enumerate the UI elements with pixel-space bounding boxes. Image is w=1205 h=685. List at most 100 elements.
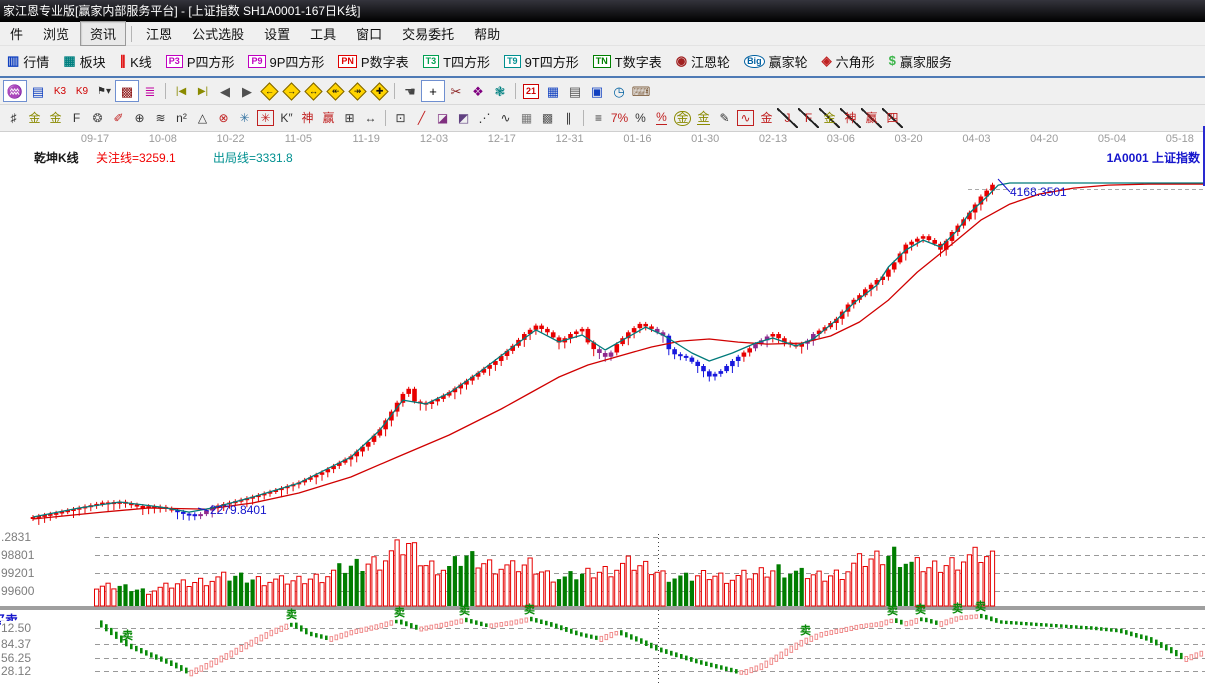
grid-large-icon[interactable]: ▩ [537, 108, 558, 128]
hand-icon[interactable]: ☚ [399, 81, 421, 101]
pattern-icon[interactable]: ▩ [115, 80, 139, 102]
shen-diag-icon[interactable]: 神 [840, 108, 861, 128]
gann-circle-icon[interactable]: ⊕ [129, 108, 150, 128]
percent-icon[interactable]: % [630, 108, 651, 128]
span-arrows-icon[interactable]: ↔ [360, 108, 381, 128]
diamond-compress-icon[interactable]: ↞ [324, 81, 346, 101]
pen-rocket-icon[interactable]: ✐ [108, 108, 129, 128]
gold-pillar-a-icon[interactable]: 金 [24, 108, 45, 128]
gold-diag-icon[interactable]: 金 [819, 108, 840, 128]
fan-box-icon[interactable]: ◪ [432, 108, 453, 128]
diamond-left-icon[interactable]: ← [258, 81, 280, 101]
crosshair-icon[interactable]: + [421, 80, 445, 102]
date-label-12-03: 12-03 [419, 133, 449, 145]
percent-seven-icon[interactable]: 7% [609, 108, 630, 128]
shen-pillar-icon[interactable]: 神 [297, 108, 318, 128]
menu-item-资讯[interactable]: 资讯 [80, 21, 127, 46]
calculator-icon[interactable]: ▦ [542, 81, 564, 101]
menu-item-窗口[interactable]: 窗口 [347, 22, 391, 45]
parallel-lines-icon[interactable]: ∥ [558, 108, 579, 128]
nav-prev-icon[interactable]: ◀ [214, 81, 236, 101]
quick-quotes-button[interactable]: ▥ 行情 [0, 52, 56, 71]
gold-circle-icon[interactable]: 金 [672, 108, 693, 128]
grid-small-icon[interactable]: ▦ [516, 108, 537, 128]
quick-kline-button[interactable]: ∥ K线 [113, 52, 159, 71]
hash-tool-icon[interactable]: ♯ [3, 108, 24, 128]
diamond-zoom-icon[interactable]: ↠ [346, 81, 368, 101]
workstation-icon[interactable]: ⌨ [630, 81, 652, 101]
info-doc-icon[interactable]: ▤ [27, 81, 49, 101]
gold-line-icon[interactable]: 金 [693, 108, 714, 128]
notes-icon[interactable]: ▤ [564, 81, 586, 101]
gold-pillar-b-icon[interactable]: 金 [45, 108, 66, 128]
quick-t-square-button[interactable]: T3 T四方形 [416, 52, 497, 71]
menu-item-交易委托[interactable]: 交易委托 [393, 22, 463, 45]
percent-line-icon[interactable]: % [651, 108, 672, 128]
ray-lines-icon[interactable]: ⋰ [474, 108, 495, 128]
clover-tool-icon[interactable]: ❖ [467, 81, 489, 101]
diag-box-icon[interactable]: ◩ [453, 108, 474, 128]
quick-winner-service-button[interactable]: $ 赢家服务 [882, 52, 959, 71]
si-diag-icon[interactable]: 四 [882, 108, 903, 128]
sync-clock-icon[interactable]: ◷ [608, 81, 630, 101]
menu-item-设置[interactable]: 设置 [255, 22, 299, 45]
quick-winner-wheel-button[interactable]: Big 赢家轮 [737, 52, 815, 71]
spiral-icon[interactable]: ❂ [87, 108, 108, 128]
candle-body [776, 334, 781, 339]
menu-item-公式选股[interactable]: 公式选股 [183, 22, 253, 45]
quick-sectors-button[interactable]: ▦ 板块 [56, 52, 112, 71]
main-chart-canvas[interactable] [0, 147, 1205, 685]
menu-item-工具[interactable]: 工具 [301, 22, 345, 45]
histogram-icon[interactable]: ≣ [139, 81, 161, 101]
ruler-ticks-icon[interactable]: ≋ [150, 108, 171, 128]
quick-t-number-table-button[interactable]: TN T数字表 [586, 52, 669, 71]
oscillator-tick [1065, 624, 1068, 629]
grid-123-icon[interactable]: ⊞ [339, 108, 360, 128]
calendar-icon[interactable]: 21 [520, 81, 542, 101]
quick-hexagon-button[interactable]: ◈ 六角形 [815, 52, 882, 71]
diamond-right-icon[interactable]: → [280, 81, 302, 101]
f-line-icon[interactable]: F [798, 108, 819, 128]
nav-next-icon[interactable]: ▶ [236, 81, 258, 101]
quick-t9-square-button[interactable]: T9 9T四方形 [497, 52, 586, 71]
zigzag-icon[interactable]: ∿ [495, 108, 516, 128]
ying-diag-icon[interactable]: 赢 [861, 108, 882, 128]
flag-dropdown-icon[interactable]: ⚑▾ [93, 81, 115, 101]
nav-last-icon[interactable]: ▶| [192, 81, 214, 101]
wave-box-icon[interactable]: ∿ [735, 108, 756, 128]
angle-tool-icon[interactable]: ✂ [445, 81, 467, 101]
menu-item-帮助[interactable]: 帮助 [465, 22, 509, 45]
menu-item-件[interactable]: 件 [1, 22, 32, 45]
j-line-icon[interactable]: J [777, 108, 798, 128]
fractal-tool-icon[interactable]: ❃ [489, 81, 511, 101]
net-view-icon[interactable]: ♒ [3, 80, 27, 102]
k3-combine-icon[interactable]: K3 [49, 81, 71, 101]
quick-p-number-table-button[interactable]: PN P数字表 [331, 52, 415, 71]
quick-p-square-button[interactable]: P3 P四方形 [159, 52, 242, 71]
gold-red-icon[interactable]: 金 [756, 108, 777, 128]
save-icon[interactable]: ▣ [586, 81, 608, 101]
nav-first-icon[interactable]: |◀ [170, 81, 192, 101]
brush-icon[interactable]: ✎ [714, 108, 735, 128]
red-target-icon[interactable]: ⊗ [213, 108, 234, 128]
web-icon[interactable]: ✳ [234, 108, 255, 128]
f-grid-icon[interactable]: F [66, 108, 87, 128]
k-marks-icon[interactable]: K″ [276, 108, 297, 128]
title-bar[interactable]: 家江恩专业版[赢家内部服务平台] - [上证指数 SH1A0001-167日K线… [0, 0, 1205, 22]
menu-item-江恩[interactable]: 江恩 [137, 22, 181, 45]
ying-pillar-icon[interactable]: 赢 [318, 108, 339, 128]
n-square-icon[interactable]: n² [171, 108, 192, 128]
box-select-icon[interactable]: ⊡ [390, 108, 411, 128]
quick-gann-wheel-button[interactable]: ◉ 江恩轮 [669, 52, 737, 71]
quick-p9-square-button[interactable]: P9 9P四方形 [241, 52, 331, 71]
fan-lines-icon[interactable]: ╱ [411, 108, 432, 128]
diamond-expand-icon[interactable]: ↔ [302, 81, 324, 101]
diamond-full-icon[interactable]: ✚ [368, 81, 390, 101]
oscillator-tick [974, 614, 979, 619]
scale-marks-icon[interactable]: ≡ [588, 108, 609, 128]
oscillator-tick [105, 624, 108, 632]
k9-combine-icon[interactable]: K9 [71, 81, 93, 101]
web-box-icon[interactable]: ✳ [255, 108, 276, 128]
menu-item-浏览[interactable]: 浏览 [34, 22, 78, 45]
angle-a-icon[interactable]: △ [192, 108, 213, 128]
